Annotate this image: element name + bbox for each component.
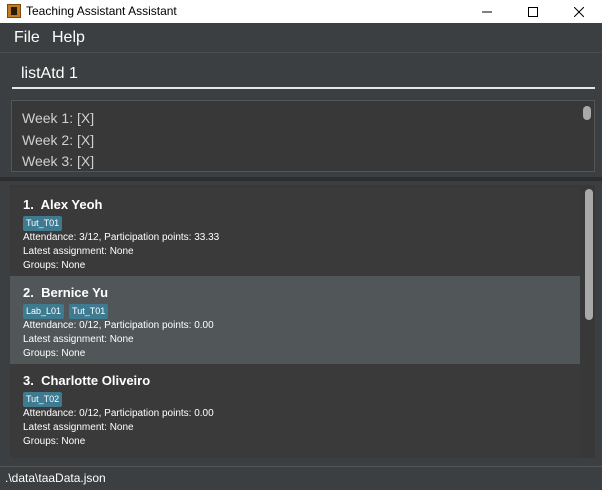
tag: Tut_T01 [69,304,109,319]
result-line: Week 1: [X] [22,110,95,126]
command-box [0,52,602,99]
menu-help[interactable]: Help [52,29,85,47]
tag: Lab_L01 [23,304,65,319]
student-list: 1. Alex Yeoh Tut_T01 Attendance: 3/12, P… [10,185,595,458]
student-name: 1. Alex Yeoh [23,197,103,212]
data-file-path: .\data\taaData.json [5,471,106,485]
maximize-icon [528,6,538,17]
tag: Tut_T01 [23,216,63,231]
groups-text: Groups: None [23,436,86,447]
student-name-text: Bernice Yu [41,285,109,300]
title-bar: Teaching Assistant Assistant [0,0,602,24]
close-button[interactable] [556,0,602,23]
tag-list: Lab_L01 Tut_T01 [23,304,109,319]
panel-divider[interactable] [0,177,602,181]
groups-text: Groups: None [23,260,86,271]
result-line: Week 2: [X] [22,132,95,148]
status-bar: .\data\taaData.json [0,466,602,490]
student-name: 2. Bernice Yu [23,285,108,300]
menu-file[interactable]: File [14,29,40,47]
minimize-button[interactable] [464,0,510,23]
tag-list: Tut_T01 [23,216,63,231]
list-scrollbar-track[interactable] [582,185,595,458]
assignment-text: Latest assignment: None [23,334,134,345]
assignment-text: Latest assignment: None [23,422,134,433]
assignment-text: Latest assignment: None [23,246,134,257]
result-scrollbar[interactable] [583,106,591,120]
command-input[interactable] [12,61,595,89]
list-scrollbar[interactable] [585,189,593,320]
app-icon [7,4,21,18]
student-index: 1. [23,197,34,212]
student-name-text: Alex Yeoh [40,197,103,212]
maximize-button[interactable] [510,0,556,23]
attendance-text: Attendance: 0/12, Participation points: … [23,408,214,419]
tag: Tut_T02 [23,392,63,407]
groups-text: Groups: None [23,348,86,359]
close-icon [574,6,584,17]
list-item[interactable] [10,452,580,458]
window-title: Teaching Assistant Assistant [26,4,177,18]
result-display: Week 1: [X] Week 2: [X] Week 3: [X] [11,100,595,172]
attendance-text: Attendance: 0/12, Participation points: … [23,320,214,331]
student-name-text: Charlotte Oliveiro [41,373,151,388]
tag-list: Tut_T02 [23,392,63,407]
student-index: 3. [23,373,34,388]
list-item[interactable]: 3. Charlotte Oliveiro Tut_T02 Attendance… [10,364,580,452]
student-index: 2. [23,285,34,300]
result-line: Week 3: [X] [22,153,95,169]
student-name: 3. Charlotte Oliveiro [23,373,150,388]
minimize-icon [482,11,492,12]
list-item[interactable]: 1. Alex Yeoh Tut_T01 Attendance: 3/12, P… [10,188,580,276]
menu-bar: File Help [0,23,602,52]
list-item[interactable]: 2. Bernice Yu Lab_L01 Tut_T01 Attendance… [10,276,580,364]
attendance-text: Attendance: 3/12, Participation points: … [23,232,220,243]
